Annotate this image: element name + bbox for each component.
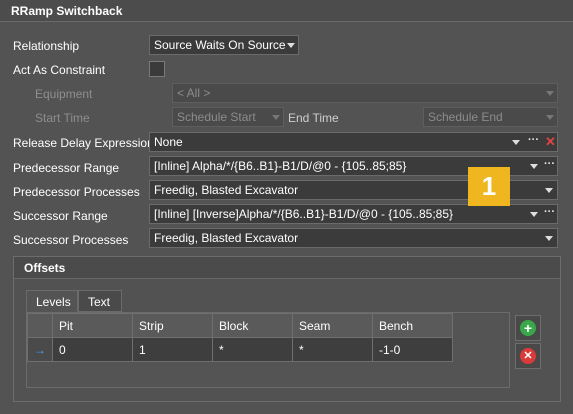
offsets-table: Pit Strip Block Seam Bench → 0 1 * * -1-… <box>27 313 453 362</box>
column-header-bench[interactable]: Bench <box>372 313 453 338</box>
release-delay-label: Release Delay Expression <box>13 136 154 150</box>
successor-processes-value: Freedig, Blasted Excavator <box>154 231 299 245</box>
tab-text[interactable]: Text <box>78 290 122 312</box>
predecessor-range-value: [Inline] Alpha/*/{B6..B1}-B1/D/@0 - {105… <box>154 159 407 173</box>
chevron-down-icon <box>287 43 295 48</box>
successor-processes-label: Successor Processes <box>13 233 129 247</box>
table-header-row: Pit Strip Block Seam Bench <box>27 313 453 338</box>
x-circle-icon: ✕ <box>520 348 536 364</box>
clear-icon[interactable]: ✕ <box>545 134 556 150</box>
remove-row-button[interactable]: ✕ <box>515 343 541 369</box>
row-indicator-header <box>27 313 53 338</box>
chevron-down-icon <box>545 188 553 193</box>
add-row-button[interactable]: + <box>515 315 541 341</box>
offsets-title: Offsets <box>24 261 66 275</box>
equipment-dropdown[interactable]: < All > <box>172 83 558 103</box>
row-indicator-arrow-icon: → <box>27 337 53 362</box>
end-time-value: Schedule End <box>428 110 503 124</box>
release-delay-dropdown[interactable]: None ··· ✕ <box>149 132 558 152</box>
cell-seam[interactable]: * <box>292 337 373 362</box>
plus-circle-icon: + <box>520 320 536 336</box>
successor-range-label: Successor Range <box>13 209 108 223</box>
more-icon[interactable]: ··· <box>544 206 555 218</box>
title-bar: RRamp Switchback <box>0 0 573 22</box>
act-as-constraint-checkbox[interactable] <box>149 61 165 77</box>
relationship-label: Relationship <box>13 39 80 53</box>
column-header-block[interactable]: Block <box>212 313 293 338</box>
column-header-strip[interactable]: Strip <box>132 313 213 338</box>
table-row[interactable]: → 0 1 * * -1-0 <box>27 337 453 362</box>
predecessor-processes-label: Predecessor Processes <box>13 185 140 199</box>
cell-pit[interactable]: 0 <box>52 337 133 362</box>
offsets-header: Offsets <box>14 257 560 279</box>
start-time-value: Schedule Start <box>177 110 256 124</box>
equipment-label: Equipment <box>35 87 93 101</box>
end-time-dropdown[interactable]: Schedule End <box>423 107 558 127</box>
start-time-label: Start Time <box>35 111 90 125</box>
successor-range-field[interactable]: [Inline] [Inverse]Alpha/*/{B6..B1}-B1/D/… <box>149 204 558 224</box>
chevron-down-icon <box>546 115 554 120</box>
equipment-value: < All > <box>177 86 211 100</box>
successor-range-value: [Inline] [Inverse]Alpha/*/{B6..B1}-B1/D/… <box>154 207 454 221</box>
window-title: RRamp Switchback <box>11 4 123 18</box>
chevron-down-icon <box>545 236 553 241</box>
chevron-down-icon[interactable] <box>530 212 538 217</box>
column-header-seam[interactable]: Seam <box>292 313 373 338</box>
more-icon[interactable]: ··· <box>544 158 555 170</box>
predecessor-processes-value: Freedig, Blasted Excavator <box>154 183 299 197</box>
tab-levels[interactable]: Levels <box>26 290 78 312</box>
relationship-value: Source Waits On Source <box>154 38 286 52</box>
cell-block[interactable]: * <box>212 337 293 362</box>
predecessor-range-label: Predecessor Range <box>13 161 120 175</box>
chevron-down-icon <box>546 91 554 96</box>
successor-processes-dropdown[interactable]: Freedig, Blasted Excavator <box>149 228 558 248</box>
chevron-down-icon[interactable] <box>530 164 538 169</box>
step-number-badge: 1 <box>468 167 510 206</box>
start-time-dropdown[interactable]: Schedule Start <box>172 107 284 127</box>
end-time-label: End Time <box>288 111 339 125</box>
chevron-down-icon <box>272 115 280 120</box>
more-icon[interactable]: ··· <box>528 134 539 146</box>
cell-strip[interactable]: 1 <box>132 337 213 362</box>
release-delay-value: None <box>154 135 183 149</box>
act-as-constraint-label: Act As Constraint <box>13 63 106 77</box>
chevron-down-icon[interactable] <box>512 140 520 145</box>
cell-bench[interactable]: -1-0 <box>372 337 453 362</box>
column-header-pit[interactable]: Pit <box>52 313 133 338</box>
relationship-dropdown[interactable]: Source Waits On Source <box>149 35 299 55</box>
